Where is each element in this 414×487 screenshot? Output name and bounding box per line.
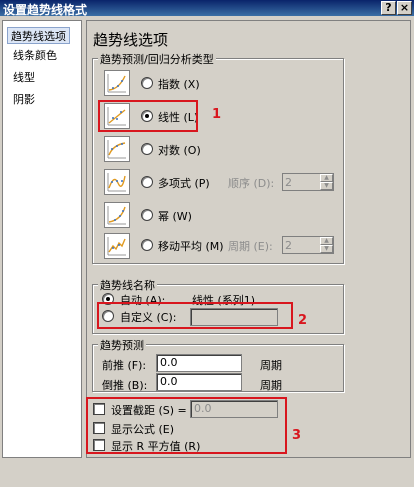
close-button[interactable]: ×	[397, 1, 412, 15]
page-title: 趋势线选项	[93, 31, 169, 49]
annotation-box-2	[97, 302, 293, 329]
order-value: 2	[285, 176, 292, 189]
window-title: 设置趋势线格式	[3, 3, 88, 17]
annotation-number-1: 1	[212, 107, 222, 122]
order-up-icon[interactable]: ▲	[320, 174, 333, 182]
title-bar: 设置趋势线格式 ? ×	[0, 0, 414, 17]
power-radio[interactable]	[141, 209, 153, 221]
order-stepper[interactable]: 2 ▲ ▼	[282, 173, 334, 191]
nav-item-trendline-options[interactable]: 趋势线选项	[7, 27, 70, 44]
annotation-number-2: 2	[298, 313, 308, 328]
period-value: 2	[285, 239, 292, 252]
exponential-trend-icon	[104, 70, 130, 96]
nav-item-line-color[interactable]: 线条颜色	[10, 47, 60, 64]
nav-item-shadow[interactable]: 阴影	[10, 91, 38, 108]
trendline-name-legend: 趋势线名称	[98, 277, 157, 293]
annotation-number-3: 3	[292, 428, 302, 443]
annotation-box-3	[86, 397, 287, 454]
nav-item-line-style[interactable]: 线型	[10, 69, 38, 86]
power-trend-icon	[104, 202, 130, 228]
help-button[interactable]: ?	[381, 1, 396, 15]
logarithmic-radio[interactable]	[141, 143, 153, 155]
forward-label: 前推 (F):	[102, 359, 147, 372]
exponential-label: 指数 (X)	[158, 78, 200, 91]
polynomial-trend-icon	[104, 169, 130, 195]
exponential-radio[interactable]	[141, 77, 153, 89]
backward-input[interactable]: 0.0	[156, 373, 242, 391]
period-label: 周期 (E):	[228, 240, 273, 253]
period-down-icon[interactable]: ▼	[320, 245, 333, 253]
forward-input[interactable]: 0.0	[156, 354, 242, 372]
order-down-icon[interactable]: ▼	[320, 182, 333, 190]
polynomial-radio[interactable]	[141, 176, 153, 188]
forward-unit: 周期	[260, 359, 282, 372]
order-label: 顺序 (D):	[228, 177, 275, 190]
moving-average-label: 移动平均 (M)	[158, 240, 224, 253]
nav-pane: 趋势线选项 线条颜色 线型 阴影	[2, 20, 82, 458]
period-stepper[interactable]: 2 ▲ ▼	[282, 236, 334, 254]
moving-average-radio[interactable]	[141, 239, 153, 251]
logarithmic-trend-icon	[104, 136, 130, 162]
backward-unit: 周期	[260, 379, 282, 392]
backward-label: 倒推 (B):	[102, 379, 148, 392]
period-up-icon[interactable]: ▲	[320, 237, 333, 245]
forecast-legend: 趋势预测	[98, 337, 146, 353]
power-label: 幂 (W)	[158, 210, 192, 223]
regression-type-legend: 趋势预测/回归分析类型	[98, 51, 216, 67]
polynomial-label: 多项式 (P)	[158, 177, 210, 190]
annotation-box-1	[98, 100, 198, 132]
logarithmic-label: 对数 (O)	[158, 144, 201, 157]
moving-average-trend-icon	[104, 233, 130, 259]
